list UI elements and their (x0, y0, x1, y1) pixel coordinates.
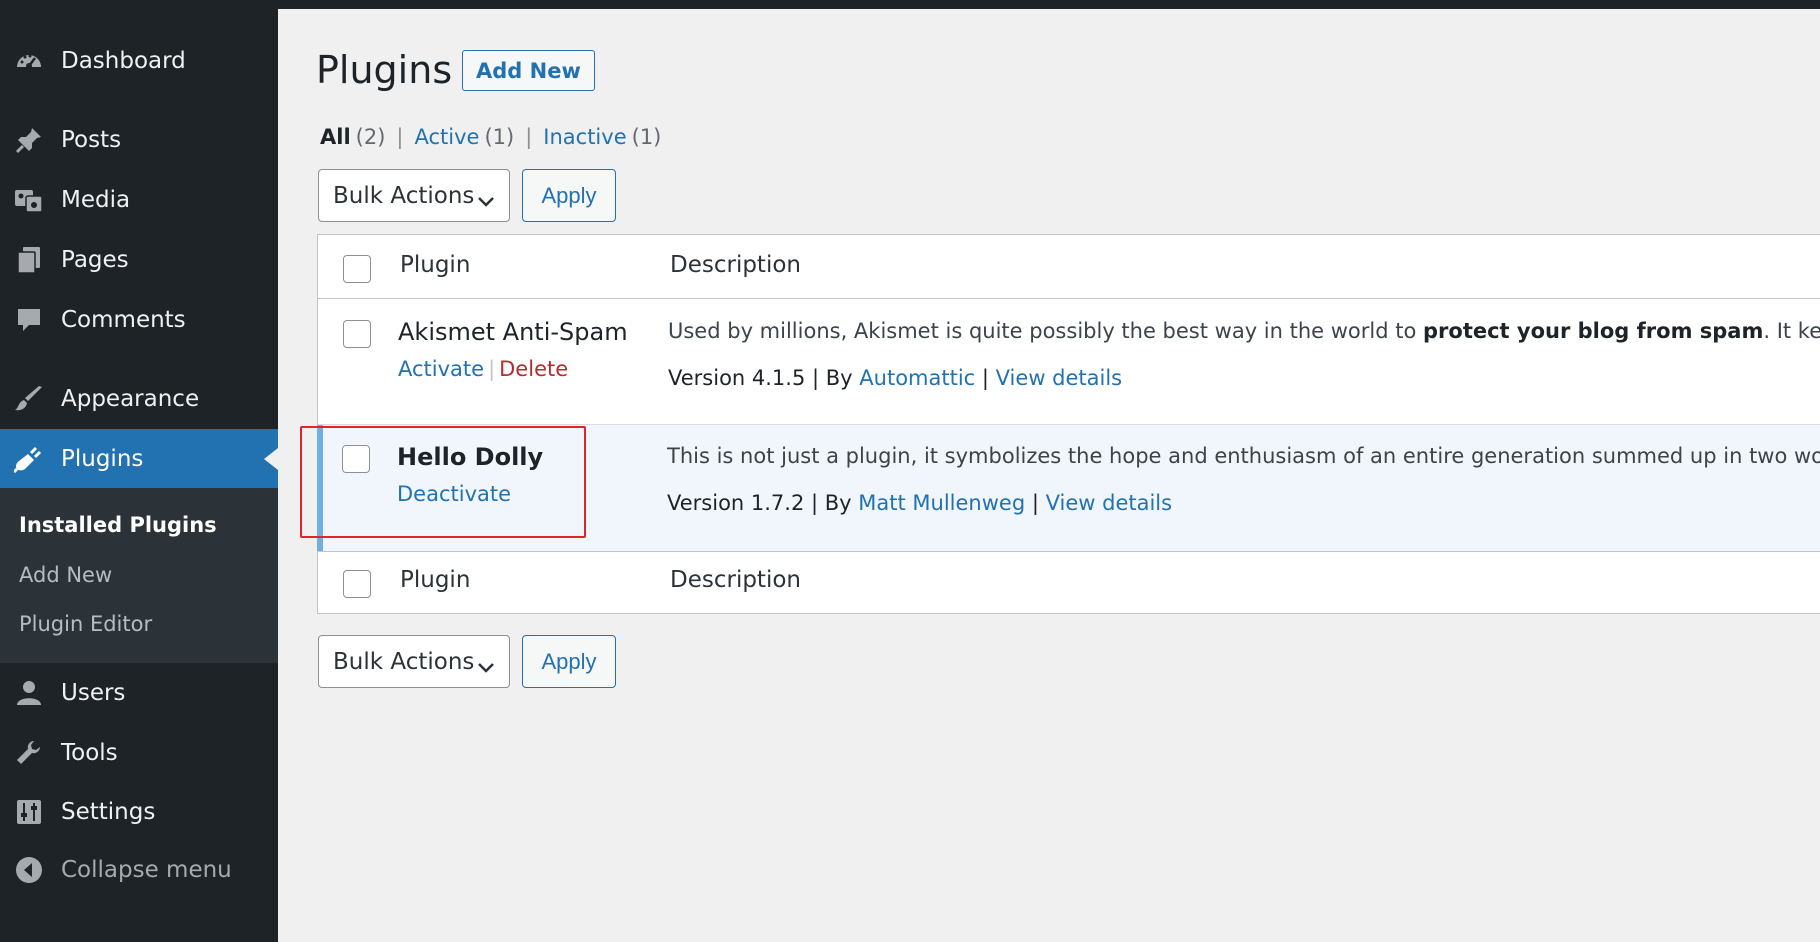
user-icon (14, 678, 44, 708)
submenu-installed-plugins[interactable]: Installed Plugins (19, 513, 217, 537)
sidebar-item-label: Media (61, 187, 131, 213)
add-new-button[interactable]: Add New (462, 50, 595, 91)
activate-link[interactable]: Activate (398, 357, 484, 381)
sidebar-item-users[interactable]: Users (0, 663, 278, 723)
collapse-arrow-icon (14, 855, 44, 885)
highlight-box (300, 426, 586, 538)
sidebar-item-dashboard[interactable]: Dashboard (0, 31, 278, 91)
filter-inactive-count: (1) (631, 125, 662, 149)
sidebar-item-settings[interactable]: Settings (0, 782, 278, 842)
submenu-plugin-editor[interactable]: Plugin Editor (19, 612, 152, 636)
table-header-row: Plugin Description (318, 235, 1820, 299)
column-footer-plugin[interactable]: Plugin (400, 567, 470, 593)
media-icon (14, 185, 44, 215)
collapse-menu-button[interactable]: Collapse menu (0, 840, 278, 900)
plugins-submenu: Installed Plugins Add New Plugin Editor (0, 488, 278, 663)
page-title: Plugins (316, 48, 453, 92)
filter-all[interactable]: All (320, 125, 351, 149)
column-header-plugin[interactable]: Plugin (400, 252, 470, 278)
table-footer-row: Plugin Description (318, 551, 1820, 614)
sidebar-item-label: Settings (61, 799, 156, 825)
plugin-name: Akismet Anti-Spam (398, 318, 628, 346)
filter-inactive[interactable]: Inactive (543, 125, 626, 149)
delete-link[interactable]: Delete (499, 357, 568, 381)
status-filters: All (2) | Active (1) | Inactive (1) (320, 125, 661, 149)
view-details-link[interactable]: View details (996, 366, 1122, 390)
plugins-table: Plugin Description Akismet Anti-Spam Act… (317, 234, 1820, 614)
collapse-menu-label: Collapse menu (61, 857, 232, 883)
bulk-actions-select-top[interactable]: Bulk Actions (318, 169, 510, 222)
plugin-meta: Version 4.1.5 | By Automattic | View det… (668, 366, 1123, 390)
table-row: Akismet Anti-Spam Activate | Delete Used b… (318, 299, 1820, 425)
apply-button-bottom[interactable]: Apply (522, 635, 616, 688)
plugin-description: Used by millions, Akismet is quite possi… (668, 319, 1820, 343)
wrench-icon (14, 738, 44, 768)
comment-icon (14, 305, 44, 335)
sidebar-item-appearance[interactable]: Appearance (0, 369, 278, 429)
column-footer-description: Description (670, 567, 801, 593)
pushpin-icon (14, 125, 44, 155)
sidebar-item-comments[interactable]: Comments (0, 290, 278, 350)
chevron-down-icon (477, 188, 495, 207)
sidebar-item-media[interactable]: Media (0, 170, 278, 230)
chevron-down-icon (477, 654, 495, 673)
row-actions: Activate | Delete (398, 357, 569, 381)
settings-sliders-icon (14, 797, 44, 827)
filter-separator: | (525, 125, 533, 149)
sidebar-item-label: Pages (61, 247, 129, 273)
select-all-checkbox[interactable] (343, 255, 371, 283)
filter-active[interactable]: Active (414, 125, 479, 149)
bulk-actions-label: Bulk Actions (333, 182, 475, 209)
sidebar-item-label: Tools (61, 740, 118, 766)
dashboard-icon (14, 46, 44, 76)
view-details-link[interactable]: View details (1046, 491, 1172, 515)
plugin-description: This is not just a plugin, it symbolizes… (667, 444, 1820, 468)
plugin-meta: Version 1.7.2 | By Matt Mullenweg | View… (667, 491, 1173, 515)
filter-separator: | (396, 125, 404, 149)
select-all-checkbox-footer[interactable] (343, 570, 371, 598)
admin-sidebar: Dashboard Posts Media Pages Comments App… (0, 0, 278, 942)
sidebar-item-plugins[interactable]: Plugins (0, 429, 278, 489)
sidebar-item-label: Dashboard (61, 48, 186, 74)
sidebar-item-posts[interactable]: Posts (0, 110, 278, 170)
paintbrush-icon (14, 384, 44, 414)
sidebar-item-label: Comments (61, 307, 186, 333)
bulk-actions-select-bottom[interactable]: Bulk Actions (318, 635, 510, 688)
plugin-icon (14, 444, 44, 474)
sidebar-item-pages[interactable]: Pages (0, 230, 278, 290)
sidebar-item-label: Appearance (61, 386, 200, 412)
sidebar-item-label: Posts (61, 127, 122, 153)
bulk-actions-label: Bulk Actions (333, 648, 475, 675)
submenu-add-new[interactable]: Add New (19, 563, 112, 587)
sidebar-item-label: Users (61, 680, 126, 706)
author-link[interactable]: Matt Mullenweg (858, 491, 1025, 515)
author-link[interactable]: Automattic (859, 366, 975, 390)
sidebar-item-label: Plugins (61, 446, 144, 472)
sidebar-item-tools[interactable]: Tools (0, 723, 278, 783)
column-header-description: Description (670, 252, 801, 278)
row-checkbox[interactable] (343, 320, 371, 348)
filter-active-count: (1) (484, 125, 515, 149)
filter-all-count: (2) (355, 125, 386, 149)
apply-button-top[interactable]: Apply (522, 169, 616, 222)
pages-icon (14, 245, 44, 275)
